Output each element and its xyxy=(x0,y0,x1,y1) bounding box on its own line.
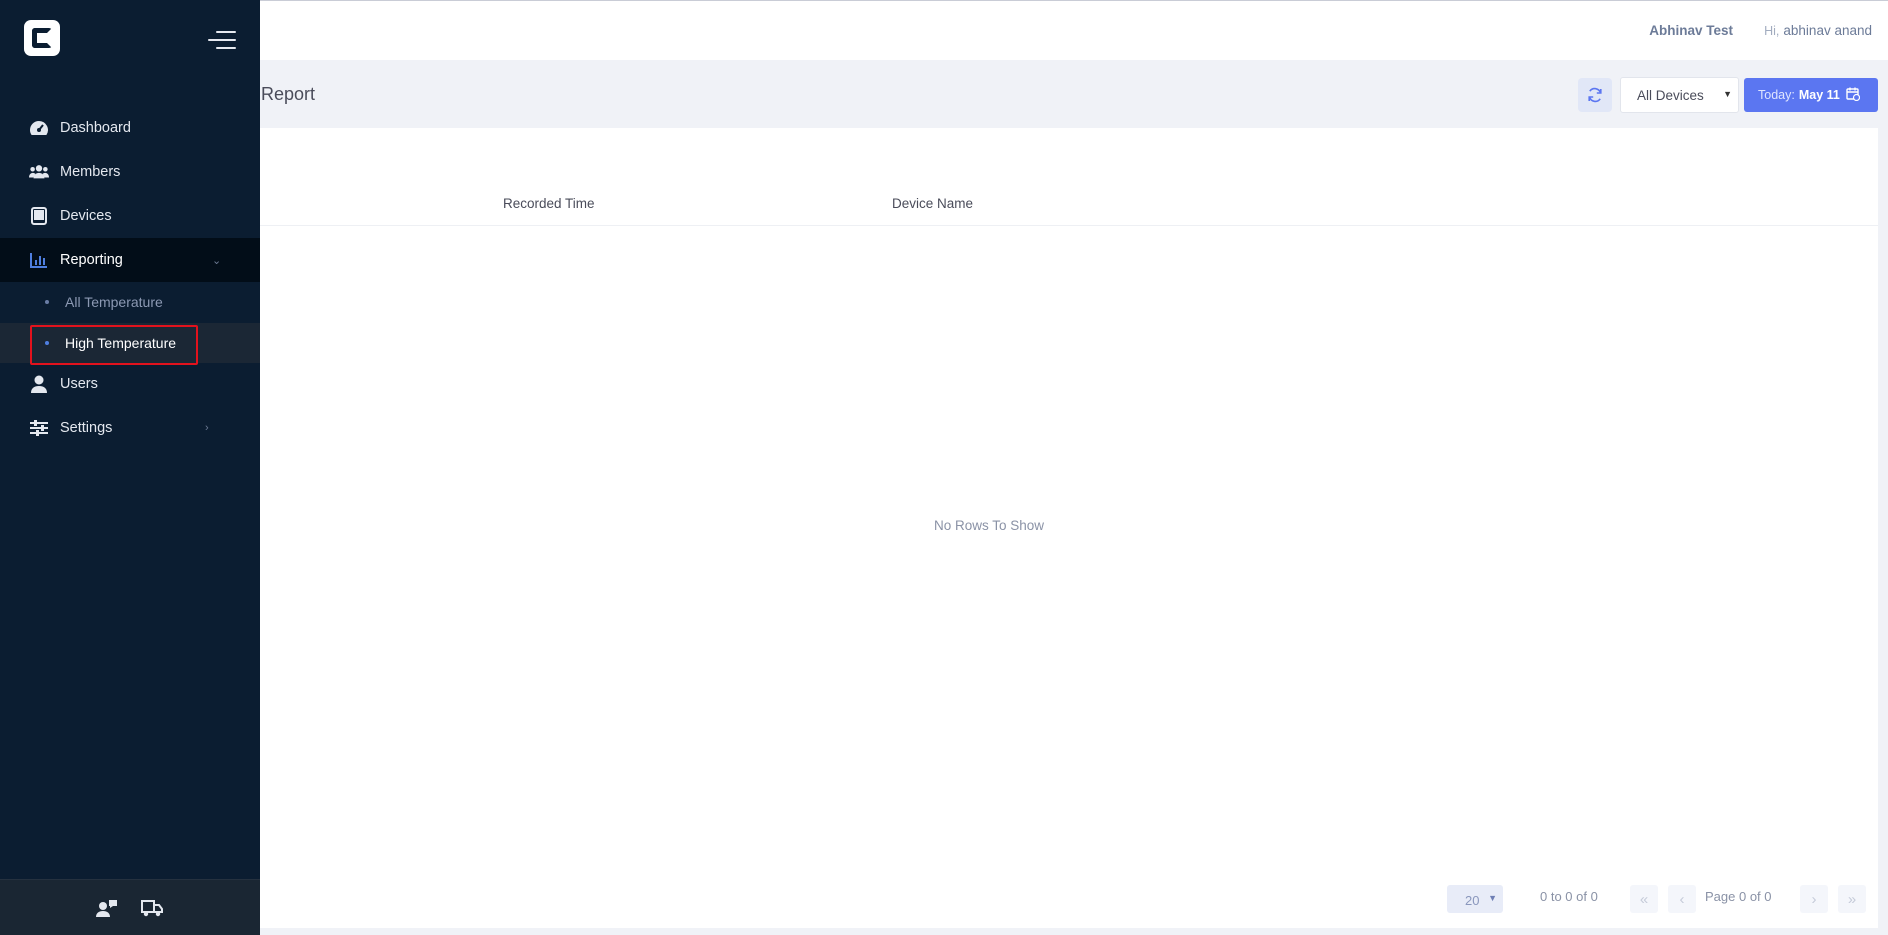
sidebar-item-devices[interactable]: Devices xyxy=(0,194,260,238)
sidebar-item-label: Members xyxy=(60,164,121,180)
sidebar-item-users[interactable]: Users xyxy=(0,362,260,406)
bullet-icon xyxy=(45,300,49,304)
tablet-icon xyxy=(29,206,49,226)
greeting-name: abhinav anand xyxy=(1783,23,1872,38)
user-icon xyxy=(29,374,49,394)
page-toolbar: Report All Devices ▼ Today: May 11 xyxy=(260,60,1888,128)
device-filter-select[interactable]: All Devices ▼ xyxy=(1620,77,1739,113)
page-size-value: 20 xyxy=(1465,893,1480,908)
column-header-recorded-time[interactable]: Recorded Time xyxy=(503,196,595,211)
sidebar-subitem-label: All Temperature xyxy=(65,294,163,310)
chevron-down-icon: ⌄ xyxy=(212,254,222,267)
sliders-icon xyxy=(29,418,49,438)
previous-page-button[interactable]: ‹ xyxy=(1668,885,1696,913)
user-chat-icon[interactable] xyxy=(96,898,118,918)
refresh-icon xyxy=(1588,87,1602,103)
next-page-button[interactable]: › xyxy=(1800,885,1828,913)
page-info: Page 0 of 0 xyxy=(1705,889,1772,904)
row-count-info: 0 to 0 of 0 xyxy=(1540,889,1598,904)
sidebar-item-label: Reporting xyxy=(60,252,123,268)
sidebar-item-label: Dashboard xyxy=(60,120,131,136)
sidebar-subitem-label: High Temperature xyxy=(65,335,177,351)
dropdown-caret-icon: ▼ xyxy=(1488,893,1497,903)
account-name[interactable]: Abhinav Test xyxy=(1649,23,1733,38)
sidebar-subitem-high-temperature[interactable]: High Temperature xyxy=(0,323,260,363)
sidebar-item-label: Users xyxy=(60,376,98,392)
speedometer-icon xyxy=(29,118,49,138)
refresh-button[interactable] xyxy=(1578,78,1612,112)
column-header-device-name[interactable]: Device Name xyxy=(892,196,973,211)
menu-toggle-icon[interactable] xyxy=(206,29,236,51)
sidebar-item-settings[interactable]: Settings › xyxy=(0,406,260,450)
first-page-button[interactable]: « xyxy=(1630,885,1658,913)
sidebar-footer xyxy=(0,879,260,935)
sidebar-item-dashboard[interactable]: Dashboard xyxy=(0,106,260,150)
top-header: Abhinav Test Hi, abhinav anand xyxy=(260,0,1888,60)
sidebar: Dashboard Members Devices Reporting ⌄ Al… xyxy=(0,0,260,935)
bullet-icon xyxy=(45,341,49,345)
calendar-icon xyxy=(1846,87,1860,104)
last-page-button[interactable]: » xyxy=(1838,885,1866,913)
grid-header: Recorded Time Device Name xyxy=(260,128,1878,226)
date-picker-button[interactable]: Today: May 11 xyxy=(1744,78,1878,112)
dropdown-caret-icon: ▼ xyxy=(1723,89,1732,99)
device-filter-value: All Devices xyxy=(1637,88,1704,103)
report-grid: Recorded Time Device Name No Rows To Sho… xyxy=(260,128,1878,928)
date-value: May 11 xyxy=(1798,88,1840,102)
app-logo[interactable] xyxy=(24,20,60,56)
sidebar-item-members[interactable]: Members xyxy=(0,150,260,194)
users-icon xyxy=(29,162,49,182)
bar-chart-icon xyxy=(29,250,49,270)
chevron-right-icon: › xyxy=(205,422,209,434)
empty-grid-message: No Rows To Show xyxy=(933,518,1045,533)
sidebar-item-reporting[interactable]: Reporting ⌄ xyxy=(0,238,260,282)
date-prefix: Today: xyxy=(1758,88,1795,102)
truck-icon[interactable] xyxy=(141,898,163,918)
user-greeting[interactable]: Hi, abhinav anand xyxy=(1764,23,1872,38)
page-title: Report xyxy=(261,84,316,104)
greeting-prefix: Hi, xyxy=(1764,24,1780,38)
page-size-select[interactable]: 20 ▼ xyxy=(1447,885,1503,913)
sidebar-item-label: Settings xyxy=(60,420,113,436)
logo-mark xyxy=(32,28,52,48)
sidebar-subitem-all-temperature[interactable]: All Temperature xyxy=(0,282,260,322)
sidebar-item-label: Devices xyxy=(60,208,112,224)
